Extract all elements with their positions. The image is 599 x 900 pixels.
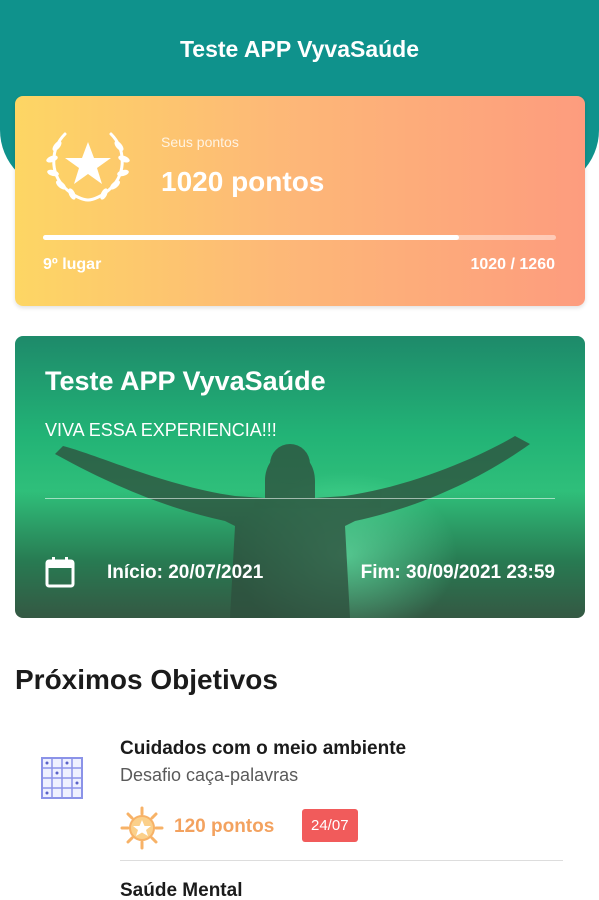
ranking-position: 9º lugar <box>43 256 102 273</box>
calendar-icon <box>45 557 75 588</box>
objective-subtitle: Desafio caça-palavras <box>120 765 299 785</box>
laurel-star-icon <box>46 132 130 202</box>
challenge-subtitle: VIVA ESSA EXPERIENCIA!!! <box>45 420 277 440</box>
word-search-grid-icon <box>41 757 83 799</box>
objective-title: Cuidados com o meio ambiente <box>120 738 407 759</box>
points-progress-text: 1020 / 1260 <box>470 256 555 273</box>
objective-item[interactable]: Cuidados com o meio ambiente Desafio caç… <box>0 738 599 864</box>
objective-date-badge: 24/07 <box>302 809 358 842</box>
points-progress-fill <box>43 235 459 240</box>
objective-points: 120 pontos <box>174 816 275 837</box>
objective-title: Saúde Mental <box>120 880 243 900</box>
challenge-end-date: Fim: 30/09/2021 23:59 <box>360 562 555 583</box>
challenge-title: Teste APP VyvaSaúde <box>45 366 326 396</box>
header-title: Teste APP VyvaSaúde <box>179 36 420 62</box>
points-value: 1020 pontos <box>161 166 325 197</box>
objectives-section-title: Próximos Objetivos <box>15 664 278 695</box>
objective-item[interactable]: Saúde Mental <box>0 880 599 900</box>
points-card[interactable]: Seus pontos 1020 pontos 9º lugar 1020 / … <box>15 96 585 306</box>
points-progress-bar <box>43 235 556 240</box>
sun-star-points-icon <box>120 806 164 850</box>
challenge-start-date: Início: 20/07/2021 <box>107 562 264 583</box>
challenge-divider <box>45 498 555 499</box>
objective-divider <box>120 860 563 861</box>
challenge-card[interactable]: Teste APP VyvaSaúde VIVA ESSA EXPERIENCI… <box>15 336 585 618</box>
points-label: Seus pontos <box>161 134 239 150</box>
